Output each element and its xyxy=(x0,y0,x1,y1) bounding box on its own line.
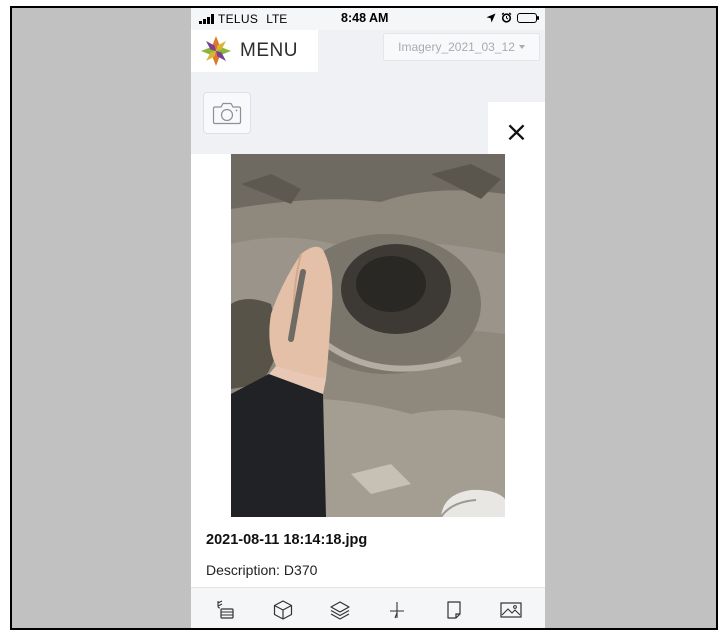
location-arrow-icon xyxy=(486,13,496,22)
alarm-icon xyxy=(501,12,512,23)
app-logo-icon xyxy=(201,36,231,66)
crosshair-icon xyxy=(389,602,404,619)
soil-sampling-icon xyxy=(216,600,234,619)
image-icon xyxy=(499,602,522,618)
network-type: LTE xyxy=(266,12,288,26)
menu-label: MENU xyxy=(240,40,298,61)
signal-icon xyxy=(199,14,214,24)
close-icon: × xyxy=(504,115,529,148)
bottom-toolbar xyxy=(191,587,545,628)
description-label: Description: xyxy=(206,562,280,578)
chevron-down-icon xyxy=(518,45,525,49)
layers-tool-button[interactable] xyxy=(320,593,360,627)
camera-button[interactable] xyxy=(203,92,251,134)
photo-filename: 2021-08-11 18:14:18.jpg xyxy=(206,532,368,548)
status-bar: TELUS LTE 8:48 AM xyxy=(191,8,545,30)
description-value: D370 xyxy=(283,562,318,578)
status-time: 8:48 AM xyxy=(341,11,389,25)
imagery-dropdown[interactable]: Imagery_2021_03_12 xyxy=(383,33,540,61)
measure-tool-button[interactable] xyxy=(377,593,417,627)
status-bar-left: TELUS LTE xyxy=(199,12,287,26)
cube-icon xyxy=(273,600,292,620)
imagery-tool-button[interactable] xyxy=(491,593,531,627)
app-header: MENU Imagery_2021_03_12 xyxy=(191,30,545,72)
field-photo-image xyxy=(231,154,505,517)
soil-sample-tool-button[interactable] xyxy=(206,593,246,627)
battery-icon xyxy=(517,12,539,23)
field-photo[interactable] xyxy=(231,154,505,517)
photo-description: Description: D370 xyxy=(206,562,317,578)
imagery-dropdown-value: Imagery_2021_03_12 xyxy=(398,40,515,54)
layers-icon xyxy=(329,601,350,620)
notes-tool-button[interactable] xyxy=(434,593,474,627)
close-button[interactable]: × xyxy=(488,102,545,162)
screenshot-frame: TELUS LTE 8:48 AM MENU Imagery_2021_03_1… xyxy=(10,6,718,630)
3d-view-tool-button[interactable] xyxy=(263,593,303,627)
status-bar-right xyxy=(486,12,539,23)
camera-icon xyxy=(212,102,242,125)
menu-button[interactable]: MENU xyxy=(191,30,318,72)
phone-screen: TELUS LTE 8:48 AM MENU Imagery_2021_03_1… xyxy=(191,8,545,628)
note-icon xyxy=(446,601,461,619)
carrier-name: TELUS xyxy=(218,12,259,26)
